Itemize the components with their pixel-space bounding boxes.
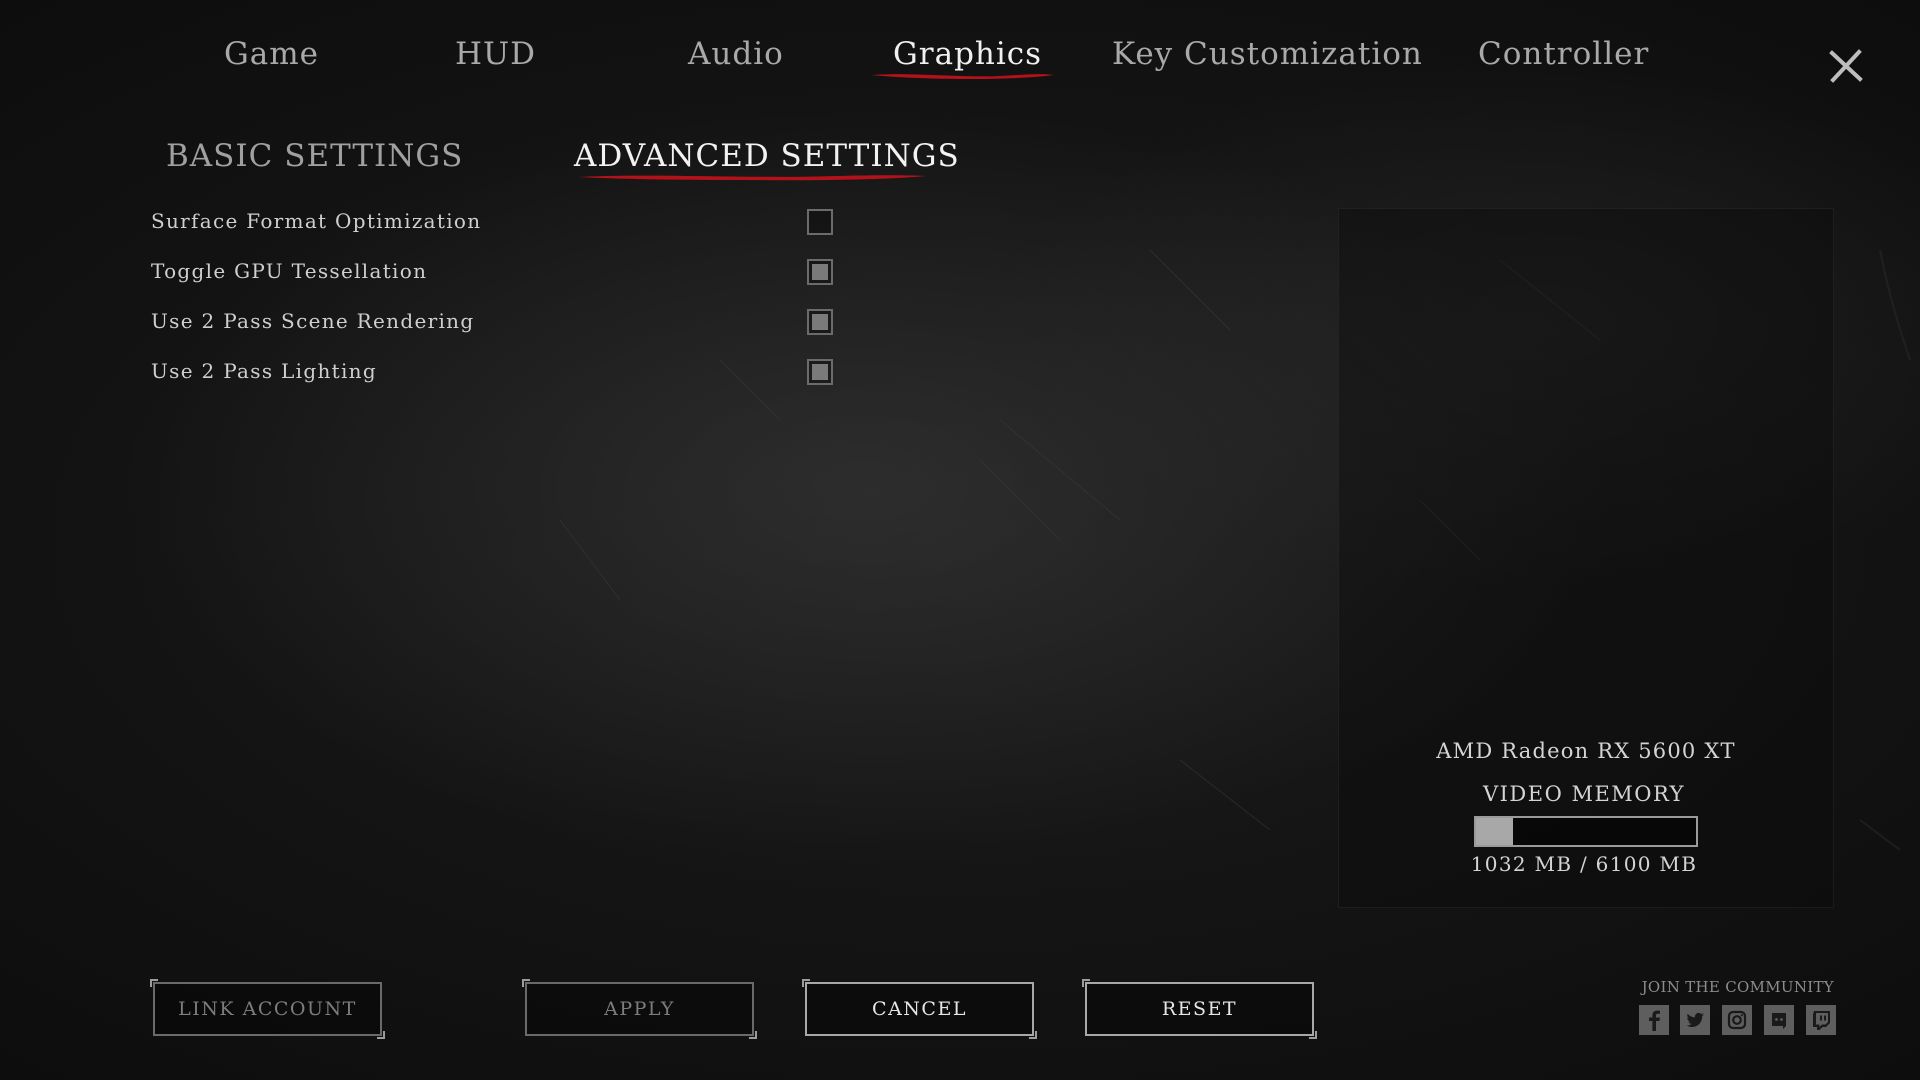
tab-hud[interactable]: HUD: [455, 36, 536, 72]
tab-key-customization[interactable]: Key Customization: [1112, 36, 1423, 72]
cancel-button[interactable]: CANCEL: [802, 979, 1037, 1039]
video-memory-fill: [1476, 818, 1514, 845]
gpu-name: AMD Radeon RX 5600 XT: [1436, 739, 1736, 763]
active-subtab-underline: [578, 175, 926, 181]
tab-basic-settings[interactable]: BASIC SETTINGS: [166, 138, 463, 174]
twitter-glyph: [1680, 1005, 1710, 1035]
video-memory-label: VIDEO MEMORY: [1482, 782, 1686, 806]
tab-graphics[interactable]: Graphics: [893, 36, 1042, 72]
use-2-pass-lighting-checkbox[interactable]: [807, 359, 833, 385]
active-tab-underline: [872, 74, 1054, 79]
tab-audio[interactable]: Audio: [688, 36, 784, 72]
discord-glyph: [1764, 1005, 1794, 1035]
checkbox-fill: [812, 314, 828, 330]
video-memory-usage: 1032 MB / 6100 MB: [1470, 852, 1698, 876]
facebook-icon[interactable]: [1639, 1005, 1669, 1035]
reset-button[interactable]: RESET: [1082, 979, 1317, 1039]
twitch-icon[interactable]: [1806, 1005, 1836, 1035]
tab-advanced-settings[interactable]: ADVANCED SETTINGS: [574, 138, 960, 174]
link-account-button[interactable]: LINK ACCOUNT: [150, 979, 385, 1039]
setting-label: Toggle GPU Tessellation: [151, 259, 428, 283]
apply-button[interactable]: APPLY: [522, 979, 757, 1039]
facebook-glyph: [1639, 1005, 1669, 1035]
setting-use-2-pass-scene-rendering: Use 2 Pass Scene Rendering: [151, 303, 851, 343]
setting-label: Use 2 Pass Scene Rendering: [151, 309, 475, 333]
setting-toggle-gpu-tessellation: Toggle GPU Tessellation: [151, 253, 851, 293]
setting-label: Use 2 Pass Lighting: [151, 359, 377, 383]
twitter-icon[interactable]: [1680, 1005, 1710, 1035]
checkbox-fill: [812, 364, 828, 380]
checkbox-fill: [812, 264, 828, 280]
setting-label: Surface Format Optimization: [151, 209, 482, 233]
discord-icon[interactable]: [1764, 1005, 1794, 1035]
join-community-label: JOIN THE COMMUNITY: [1641, 978, 1834, 996]
twitch-glyph: [1806, 1005, 1836, 1035]
tab-controller[interactable]: Controller: [1478, 36, 1649, 72]
instagram-icon[interactable]: [1722, 1005, 1752, 1035]
use-2-pass-scene-rendering-checkbox[interactable]: [807, 309, 833, 335]
setting-surface-format-optimization: Surface Format Optimization: [151, 203, 851, 243]
video-memory-bar: [1474, 816, 1698, 847]
close-icon[interactable]: [1828, 48, 1864, 84]
instagram-glyph: [1722, 1005, 1752, 1035]
setting-use-2-pass-lighting: Use 2 Pass Lighting: [151, 353, 851, 393]
tab-game[interactable]: Game: [224, 36, 319, 72]
toggle-gpu-tessellation-checkbox[interactable]: [807, 259, 833, 285]
surface-format-optimization-checkbox[interactable]: [807, 209, 833, 235]
